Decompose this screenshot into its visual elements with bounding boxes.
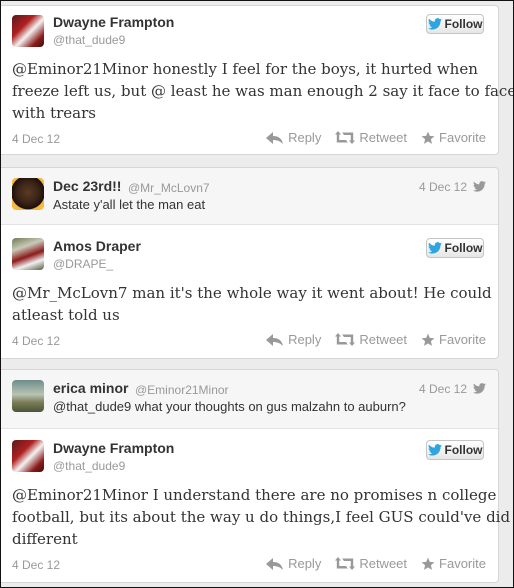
reply-date[interactable]: 4 Dec 12 [419,382,467,396]
retweet-button[interactable]: Retweet [335,332,407,347]
author-handle[interactable]: @Mr_McLovn7 [128,181,210,195]
tweet-text-line: different [12,530,78,548]
tweet-date[interactable]: 4 Dec 12 [12,132,60,146]
retweet-icon [335,333,356,346]
author-name[interactable]: Dec 23rd!! [53,178,121,194]
reply-text: Astate y'all let the man eat [53,197,206,212]
reply-icon [266,131,284,144]
reply-button[interactable]: Reply [266,332,321,347]
retweet-button[interactable]: Retweet [335,130,407,145]
follow-label: Follow [444,17,483,31]
star-icon [421,131,435,144]
avatar[interactable] [12,15,44,47]
favorite-label: Favorite [439,130,486,145]
retweet-icon [335,131,356,144]
tweet-text-line: with trears [12,104,96,122]
follow-label: Follow [444,241,483,255]
twitter-bird-icon [473,383,486,394]
avatar[interactable] [12,178,44,210]
twitter-bird-icon [473,181,486,192]
tweet-text: @Eminor21Minor I understand there are no… [12,484,514,550]
favorite-label: Favorite [439,556,486,571]
author-handle[interactable]: @DRAPE_ [53,257,113,271]
reply-label: Reply [288,130,322,145]
reply-label: Reply [288,332,322,347]
in-reply-row[interactable]: erica minor @Eminor21Minor @that_dude9 w… [1,370,498,428]
twitter-bird-icon [427,444,442,456]
retweet-button[interactable]: Retweet [335,556,407,571]
avatar[interactable] [12,380,44,412]
retweet-label: Retweet [359,556,408,571]
author-name[interactable]: Dwayne Frampton [53,14,174,30]
favorite-button[interactable]: Favorite [421,332,486,347]
avatar[interactable] [12,238,44,270]
author-name[interactable]: Dwayne Frampton [53,440,174,456]
star-icon [421,333,435,346]
divider [1,224,498,225]
author-handle[interactable]: @that_dude9 [53,459,125,473]
reply-icon [266,557,284,570]
tweet-date[interactable]: 4 Dec 12 [12,334,60,348]
reply-button[interactable]: Reply [266,556,321,571]
favorite-button[interactable]: Favorite [421,556,486,571]
follow-button[interactable]: Follow [426,440,484,460]
favorite-label: Favorite [439,332,486,347]
divider [1,428,498,429]
follow-button[interactable]: Follow [426,14,484,34]
author-handle[interactable]: @that_dude9 [53,33,125,47]
author-handle[interactable]: @Eminor21Minor [135,383,229,397]
avatar[interactable] [12,440,44,472]
reply-button[interactable]: Reply [266,130,321,145]
favorite-button[interactable]: Favorite [421,130,486,145]
tweet-actions: Reply Retweet Favorite [252,556,486,571]
follow-label: Follow [444,443,483,457]
reply-icon [266,333,284,346]
tweet-date[interactable]: 4 Dec 12 [12,558,60,572]
in-reply-row[interactable]: Dec 23rd!! @Mr_McLovn7 Astate y'all let … [1,168,498,224]
retweet-label: Retweet [359,130,408,145]
tweet-text-line: atleast told us [12,306,120,324]
tweet-actions: Reply Retweet Favorite [252,332,486,347]
author-name[interactable]: Amos Draper [53,238,141,254]
author-name[interactable]: erica minor [53,380,128,396]
tweet-text-line: football, but its about the way u do thi… [12,508,514,526]
tweet-text-line: freeze left us, but @ least he was man e… [12,82,514,100]
tweet-text: @Eminor21Minor honestly I feel for the b… [12,58,514,124]
reply-date[interactable]: 4 Dec 12 [419,180,467,194]
star-icon [421,557,435,570]
tweet-text-line: @Eminor21Minor I understand there are no… [12,486,497,504]
twitter-bird-icon [427,18,442,30]
tweet-text-line: @Mr_McLovn7 man it's the whole way it we… [12,284,492,302]
retweet-label: Retweet [359,332,408,347]
follow-button[interactable]: Follow [426,238,484,258]
reply-label: Reply [288,556,322,571]
retweet-icon [335,557,356,570]
reply-text: @that_dude9 what your thoughts on gus ma… [53,399,406,414]
conversation-card: Dec 23rd!! @Mr_McLovn7 Astate y'all let … [1,167,499,359]
tweet-conversation-frame: Dwayne Frampton @that_dude9 Follow @Emin… [0,0,514,588]
tweet-text: @Mr_McLovn7 man it's the whole way it we… [12,282,492,326]
twitter-bird-icon [427,242,442,254]
tweet-actions: Reply Retweet Favorite [252,130,486,145]
tweet-card: Dwayne Frampton @that_dude9 Follow @Emin… [1,5,514,155]
tweet-text-line: @Eminor21Minor honestly I feel for the b… [12,60,478,78]
conversation-card: erica minor @Eminor21Minor @that_dude9 w… [1,369,514,583]
